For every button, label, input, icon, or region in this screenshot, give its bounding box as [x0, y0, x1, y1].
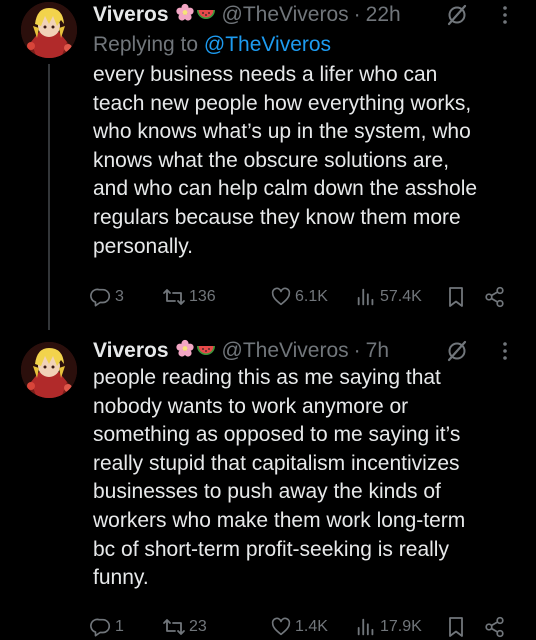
like-count: 6.1K	[295, 288, 328, 305]
view-count: 17.9K	[380, 618, 422, 635]
views-button[interactable]: 17.9K	[355, 616, 422, 638]
repost-count: 23	[189, 618, 207, 635]
reply-button[interactable]: 1	[90, 616, 124, 638]
tweet-text: people reading this as me saying that no…	[93, 366, 466, 590]
timestamp[interactable]: 22h	[366, 3, 401, 27]
reply-icon	[90, 618, 111, 637]
repost-button[interactable]: 23	[162, 616, 207, 638]
repost-icon	[163, 289, 185, 305]
bookmark-icon	[449, 287, 463, 307]
watermelon-slice-icon	[196, 3, 216, 27]
like-icon	[271, 617, 291, 636]
reply-button[interactable]: 3	[90, 286, 124, 308]
watermelon-slice-icon	[196, 339, 216, 363]
like-button[interactable]: 6.1K	[270, 286, 328, 308]
share-button[interactable]	[483, 285, 510, 309]
reply-icon	[90, 288, 111, 307]
timestamp[interactable]: 7h	[366, 339, 389, 363]
separator-dot: ·	[353, 3, 361, 26]
views-icon	[357, 288, 374, 306]
cherry-blossom-icon	[175, 339, 194, 364]
views-button[interactable]: 57.4K	[355, 286, 422, 308]
tweet-header: Viveros @TheViveros · 22h	[93, 2, 401, 28]
author-name[interactable]: Viveros	[93, 339, 169, 363]
more-icon[interactable]	[497, 340, 513, 367]
repost-icon	[163, 619, 185, 635]
action-bar: 3 136 6.1K 57.4K	[90, 284, 530, 310]
author-handle[interactable]: @TheViveros	[222, 3, 349, 27]
more-icon[interactable]	[497, 4, 513, 31]
reply-count: 1	[115, 618, 124, 635]
repost-button[interactable]: 136	[162, 286, 216, 308]
bookmark-button[interactable]	[445, 285, 470, 309]
grok-icon[interactable]	[445, 3, 469, 32]
share-button[interactable]	[483, 615, 510, 639]
mention-link[interactable]: @TheViveros	[204, 33, 331, 56]
bookmark-icon	[449, 617, 463, 637]
cherry-blossom-icon	[175, 3, 194, 28]
view-count: 57.4K	[380, 288, 422, 305]
views-icon	[357, 618, 374, 636]
replying-to-label: Replying to	[93, 33, 204, 56]
author-handle[interactable]: @TheViveros	[222, 339, 349, 363]
tweet-text: every business needs a lifer who can tea…	[93, 63, 478, 258]
tweet[interactable]: Viveros @TheViveros · 22h Replying to @T…	[0, 0, 536, 330]
like-count: 1.4K	[295, 618, 328, 635]
reply-count: 3	[115, 288, 124, 305]
share-icon	[485, 616, 504, 638]
repost-count: 136	[189, 288, 216, 305]
like-icon	[271, 287, 291, 306]
author-name[interactable]: Viveros	[93, 3, 169, 27]
bookmark-button[interactable]	[445, 615, 470, 639]
thread-line	[48, 64, 50, 330]
tweet-header: Viveros @TheViveros · 7h	[93, 338, 389, 364]
action-bar: 1 23 1.4K 17.9K	[90, 614, 530, 640]
replying-to: Replying to @TheViveros	[93, 33, 331, 57]
avatar[interactable]	[21, 342, 77, 398]
like-button[interactable]: 1.4K	[270, 616, 328, 638]
avatar[interactable]	[21, 2, 77, 58]
share-icon	[485, 286, 504, 308]
tweet[interactable]: Viveros @TheViveros · 7h people reading …	[0, 330, 536, 640]
separator-dot: ·	[353, 339, 361, 362]
